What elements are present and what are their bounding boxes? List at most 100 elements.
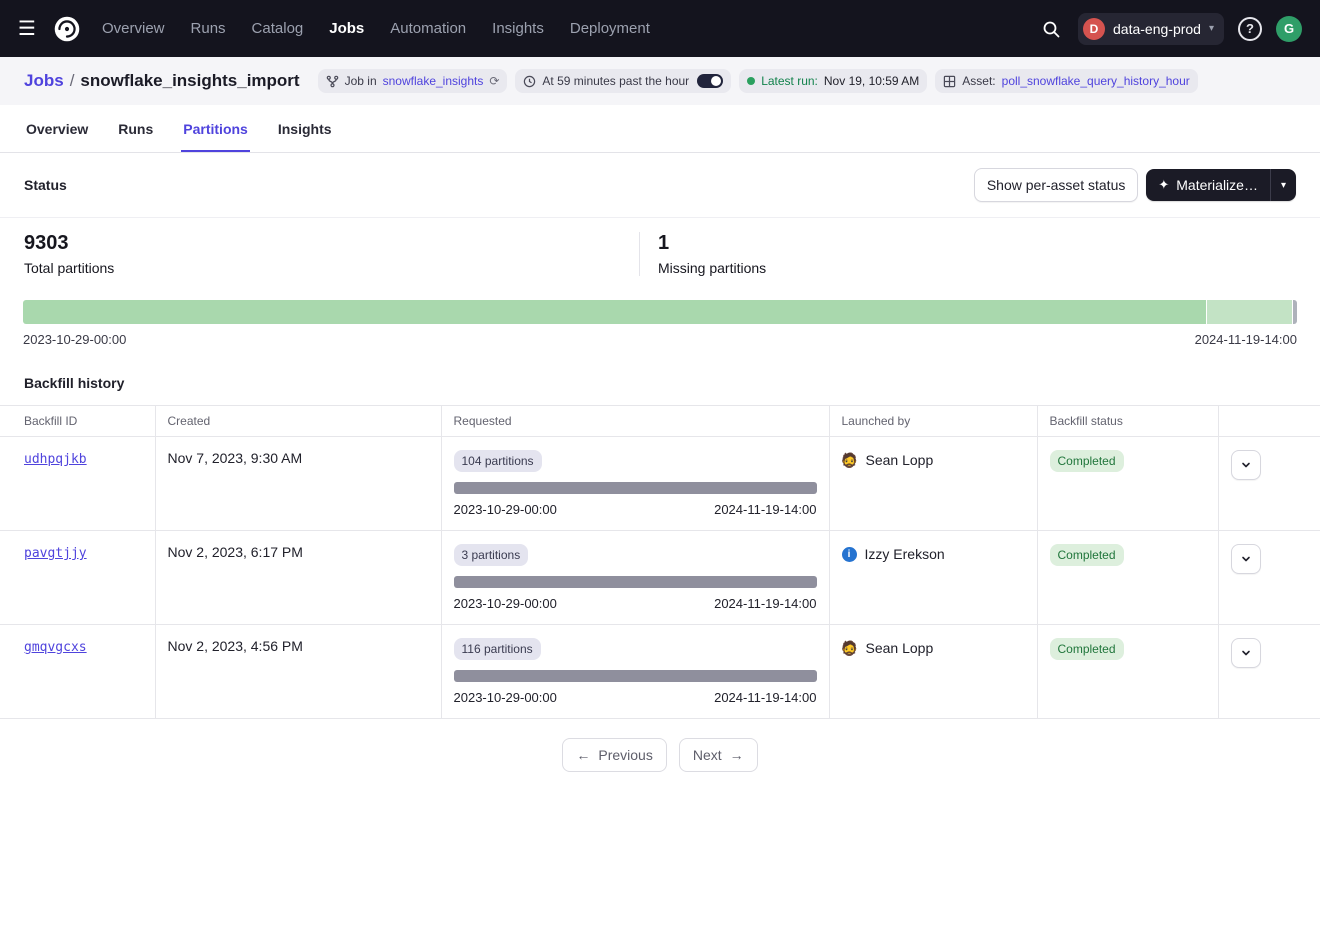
backfill-id-link[interactable]: udhpqjkb bbox=[24, 452, 87, 467]
nav-item-jobs[interactable]: Jobs bbox=[329, 20, 364, 37]
hamburger-menu-icon[interactable]: ☰ bbox=[18, 16, 48, 41]
chevron-down-icon bbox=[1240, 553, 1252, 565]
nav-item-overview[interactable]: Overview bbox=[102, 20, 165, 37]
status-badge: Completed bbox=[1050, 638, 1124, 660]
success-dot-icon bbox=[747, 77, 755, 85]
user-photo-avatar: 🧔 bbox=[842, 452, 858, 468]
total-partitions-value: 9303 bbox=[24, 232, 615, 255]
backfill-range-start: 2023-10-29-00:00 bbox=[454, 596, 557, 611]
tab-bar: Overview Runs Partitions Insights bbox=[0, 105, 1320, 153]
main-nav: Overview Runs Catalog Jobs Automation In… bbox=[102, 20, 650, 37]
partition-range-start: 2023-10-29-00:00 bbox=[23, 332, 126, 347]
arrow-right-icon: → bbox=[730, 747, 744, 763]
nav-item-insights[interactable]: Insights bbox=[492, 20, 544, 37]
schedule-toggle[interactable] bbox=[697, 74, 723, 88]
backfill-table: Backfill ID Created Requested Launched b… bbox=[0, 405, 1320, 719]
breadcrumb: Jobs / snowflake_insights_import bbox=[24, 71, 300, 91]
backfill-id-link[interactable]: gmqvgcxs bbox=[24, 640, 87, 655]
col-backfill-status: Backfill status bbox=[1037, 406, 1218, 437]
asset-tag: Asset: poll_snowflake_query_history_hour bbox=[935, 69, 1197, 93]
previous-label: Previous bbox=[598, 747, 652, 763]
user-photo-avatar: 🧔 bbox=[842, 640, 858, 656]
status-heading: Status bbox=[24, 177, 67, 193]
table-row: pavgtjjy Nov 2, 2023, 6:17 PM 3 partitio… bbox=[0, 531, 1320, 625]
launched-by-name: Izzy Erekson bbox=[865, 546, 945, 562]
launched-by-name: Sean Lopp bbox=[866, 640, 934, 656]
total-partitions-stat: 9303 Total partitions bbox=[0, 232, 639, 276]
status-badge: Completed bbox=[1050, 450, 1124, 472]
requested-partitions-badge: 116 partitions bbox=[454, 638, 541, 660]
asset-tag-prefix: Asset: bbox=[962, 74, 995, 88]
requested-partitions-badge: 104 partitions bbox=[454, 450, 542, 472]
missing-partitions-label: Missing partitions bbox=[658, 260, 1296, 276]
partition-bar-segment-materialized-2[interactable] bbox=[1207, 300, 1292, 324]
table-row: gmqvgcxs Nov 2, 2023, 4:56 PM 116 partit… bbox=[0, 625, 1320, 719]
breadcrumb-separator: / bbox=[70, 71, 75, 90]
partition-bar-segment-missing[interactable] bbox=[1293, 300, 1297, 324]
help-icon[interactable]: ? bbox=[1238, 17, 1262, 41]
schedule-tag-label: At 59 minutes past the hour bbox=[542, 74, 689, 88]
tab-overview[interactable]: Overview bbox=[24, 105, 90, 152]
next-page-button[interactable]: Next → bbox=[679, 738, 758, 772]
nav-item-deployment[interactable]: Deployment bbox=[570, 20, 650, 37]
deployment-switcher[interactable]: D data-eng-prod ▾ bbox=[1078, 13, 1224, 45]
dagster-logo-icon[interactable] bbox=[50, 12, 84, 46]
clock-icon bbox=[523, 75, 536, 88]
tab-insights[interactable]: Insights bbox=[276, 105, 334, 152]
latest-run-link[interactable]: Nov 19, 10:59 AM bbox=[824, 74, 919, 88]
status-header-row: Status Show per-asset status ✦ Materiali… bbox=[0, 153, 1320, 217]
refresh-icon[interactable]: ⟳ bbox=[489, 74, 499, 88]
tab-partitions[interactable]: Partitions bbox=[181, 105, 250, 152]
arrow-left-icon: ← bbox=[576, 747, 590, 763]
job-graph-icon bbox=[326, 75, 339, 88]
chevron-down-icon: ▾ bbox=[1209, 23, 1214, 34]
requested-partitions-badge: 3 partitions bbox=[454, 544, 529, 566]
user-info-avatar: i bbox=[842, 547, 857, 562]
created-timestamp: Nov 2, 2023, 6:17 PM bbox=[168, 544, 303, 560]
nav-item-catalog[interactable]: Catalog bbox=[252, 20, 304, 37]
materialize-button[interactable]: ✦ Materialize… bbox=[1146, 169, 1270, 201]
table-header-row: Backfill ID Created Requested Launched b… bbox=[0, 406, 1320, 437]
row-actions-button[interactable] bbox=[1231, 638, 1261, 668]
materialize-dropdown-button[interactable]: ▾ bbox=[1270, 169, 1296, 201]
show-per-asset-status-button[interactable]: Show per-asset status bbox=[974, 168, 1139, 202]
backfill-range-end: 2024-11-19-14:00 bbox=[714, 596, 816, 611]
page-header: Jobs / snowflake_insights_import Job in sn… bbox=[0, 57, 1320, 105]
top-nav: ☰ Overview Runs Catalog Jobs Automation … bbox=[0, 0, 1320, 57]
backfill-id-link[interactable]: pavgtjjy bbox=[24, 546, 87, 561]
previous-page-button[interactable]: ← Previous bbox=[562, 738, 666, 772]
search-icon[interactable] bbox=[1038, 16, 1064, 42]
deployment-avatar: D bbox=[1083, 18, 1105, 40]
col-backfill-id: Backfill ID bbox=[0, 406, 155, 437]
page-title: snowflake_insights_import bbox=[80, 71, 299, 90]
nav-item-automation[interactable]: Automation bbox=[390, 20, 466, 37]
job-tag: Job in snowflake_insights ⟳ bbox=[318, 69, 508, 93]
user-avatar[interactable]: G bbox=[1276, 16, 1302, 42]
backfill-progress-bar bbox=[454, 576, 817, 588]
row-actions-button[interactable] bbox=[1231, 544, 1261, 574]
next-label: Next bbox=[693, 747, 722, 763]
missing-partitions-stat: 1 Missing partitions bbox=[639, 232, 1320, 276]
table-row: udhpqjkb Nov 7, 2023, 9:30 AM 104 partit… bbox=[0, 437, 1320, 531]
row-actions-button[interactable] bbox=[1231, 450, 1261, 480]
breadcrumb-jobs-link[interactable]: Jobs bbox=[24, 71, 64, 90]
latest-run-label: Latest run: bbox=[761, 74, 818, 88]
asset-table-icon bbox=[943, 75, 956, 88]
col-created: Created bbox=[155, 406, 441, 437]
job-tag-prefix: Job in bbox=[345, 74, 377, 88]
asset-tag-link[interactable]: poll_snowflake_query_history_hour bbox=[1002, 74, 1190, 88]
launched-by-name: Sean Lopp bbox=[866, 452, 934, 468]
backfill-history-heading: Backfill history bbox=[0, 347, 1320, 405]
status-badge: Completed bbox=[1050, 544, 1124, 566]
sparkle-icon: ✦ bbox=[1158, 177, 1169, 193]
backfill-range-end: 2024-11-19-14:00 bbox=[714, 690, 816, 705]
partition-bar-segment-materialized[interactable] bbox=[23, 300, 1206, 324]
partition-health-bar[interactable] bbox=[23, 300, 1297, 324]
deployment-name: data-eng-prod bbox=[1113, 21, 1201, 37]
materialize-split-button: ✦ Materialize… ▾ bbox=[1146, 169, 1296, 201]
nav-item-runs[interactable]: Runs bbox=[191, 20, 226, 37]
tab-runs[interactable]: Runs bbox=[116, 105, 155, 152]
job-tag-link[interactable]: snowflake_insights bbox=[383, 74, 484, 88]
created-timestamp: Nov 2, 2023, 4:56 PM bbox=[168, 638, 303, 654]
chevron-down-icon bbox=[1240, 459, 1252, 471]
